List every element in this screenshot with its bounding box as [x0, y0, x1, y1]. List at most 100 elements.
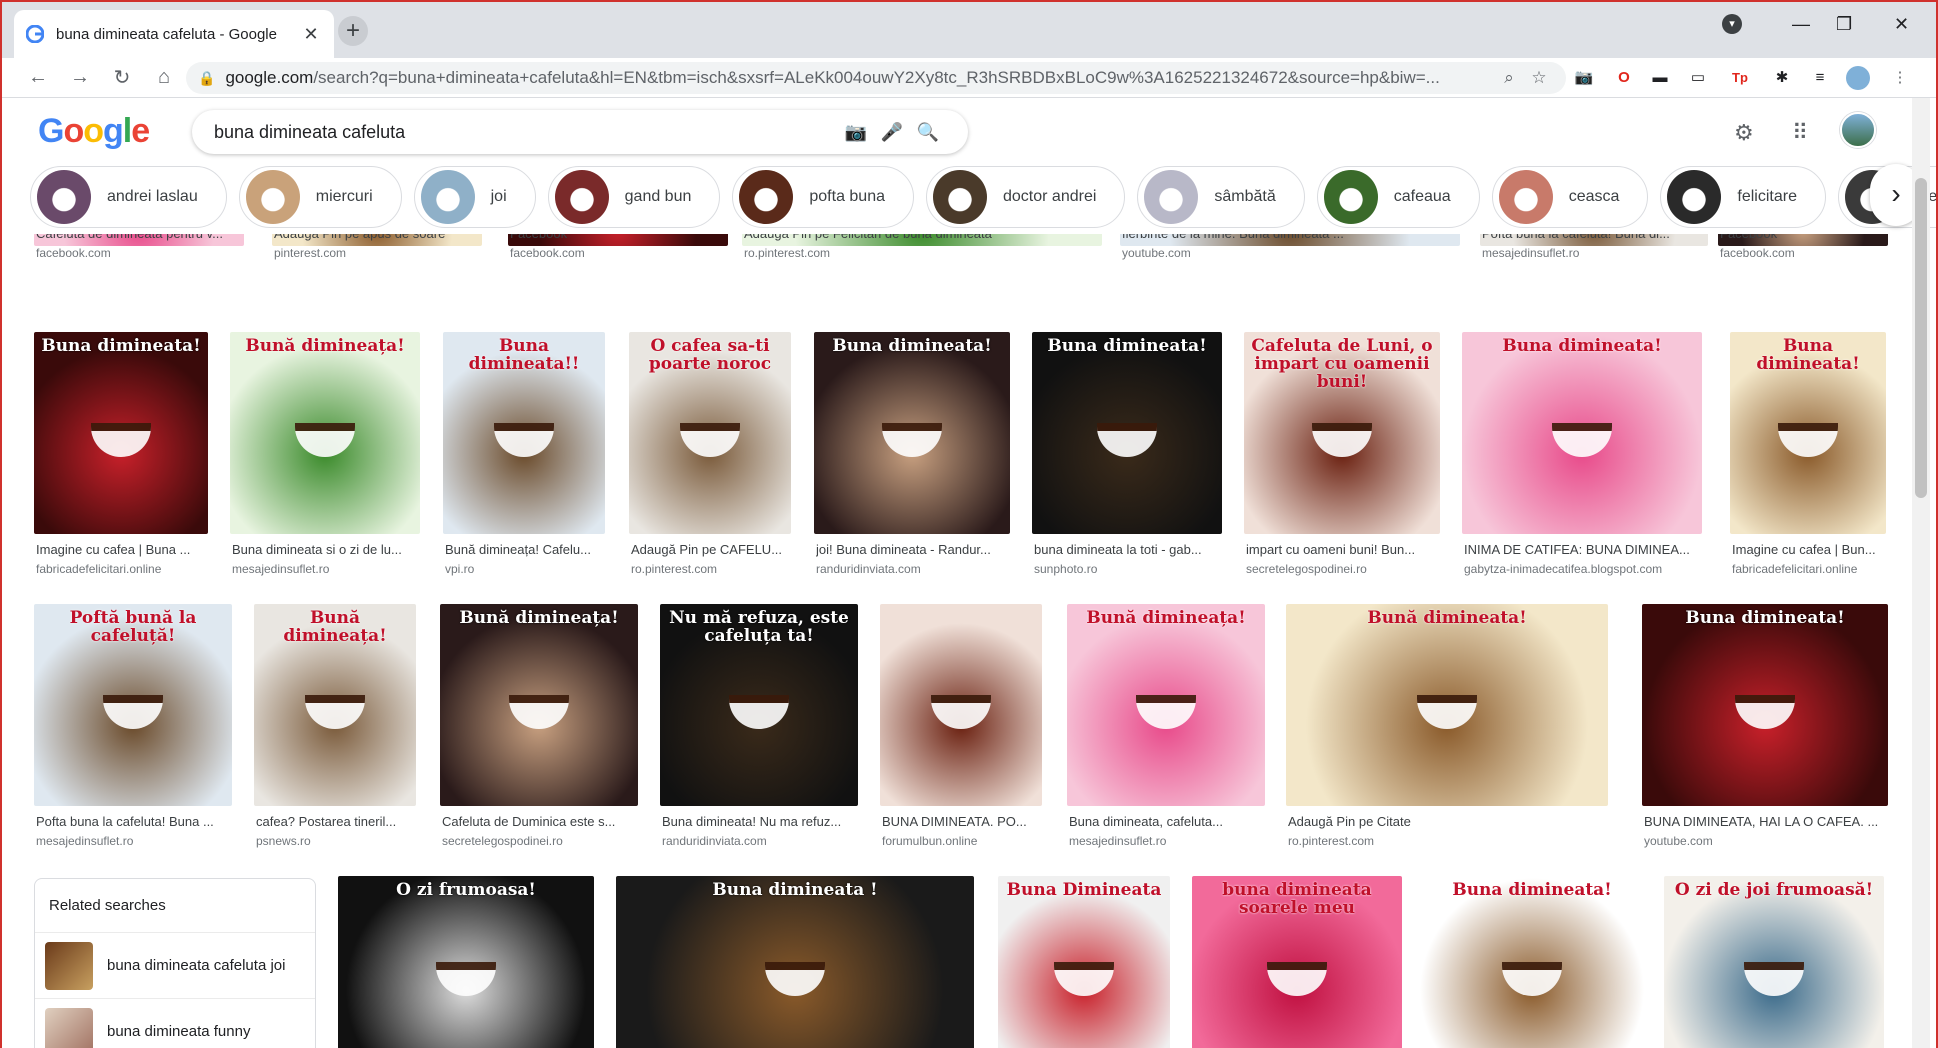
result-source[interactable]: mesajedinsuflet.ro — [1482, 246, 1708, 260]
search-icon[interactable]: 🔍 — [910, 122, 946, 143]
result-source[interactable]: mesajedinsuflet.ro — [36, 834, 232, 848]
result-thumbnail[interactable]: Bună dimineata! — [1286, 604, 1608, 806]
page-scrollbar[interactable] — [1912, 98, 1930, 1048]
apps-grid-icon[interactable]: ⠿ — [1792, 120, 1808, 146]
result-source[interactable]: fabricadefelicitari.online — [1732, 562, 1886, 576]
result-thumbnail[interactable]: Buna dimineata! — [1642, 604, 1888, 806]
result-source[interactable]: facebook.com — [1720, 246, 1888, 260]
result-title[interactable]: INIMA DE CATIFEA: BUNA DIMINEA... — [1464, 542, 1702, 557]
chip-8[interactable]: ceasca — [1491, 166, 1649, 228]
profile-avatar-icon[interactable] — [1846, 66, 1870, 90]
result-title[interactable]: cafea? Postarea tineril... — [256, 814, 416, 829]
account-avatar[interactable] — [1840, 112, 1876, 148]
chip-1[interactable]: miercuri — [238, 166, 402, 228]
chip-2[interactable]: joi — [413, 166, 536, 228]
result-title[interactable]: Pofta buna la cafeluta! Buna ... — [36, 814, 232, 829]
window-close-button[interactable]: ✕ — [1894, 14, 1909, 35]
back-button[interactable]: ← — [20, 66, 56, 89]
browser-tab[interactable]: buna dimineata cafeluta - Google ✕ — [14, 10, 334, 58]
tp-extension-icon[interactable]: Tp — [1728, 66, 1752, 90]
result-source[interactable]: secretelegospodinei.ro — [442, 834, 638, 848]
result-thumbnail[interactable]: O zi frumoasa! — [338, 876, 594, 1048]
result-source[interactable]: mesajedinsuflet.ro — [1069, 834, 1265, 848]
result-title[interactable]: buna dimineata la toti - gab... — [1034, 542, 1222, 557]
related-search-item[interactable]: buna dimineata funny — [35, 999, 315, 1048]
related-search-item[interactable]: buna dimineata cafeluta joi — [35, 933, 315, 999]
chip-7[interactable]: cafeaua — [1316, 166, 1480, 228]
result-thumbnail[interactable]: Poftă bună la cafeluță! — [34, 604, 232, 806]
result-thumbnail[interactable]: Bună dimineața! — [230, 332, 420, 534]
chip-4[interactable]: pofta buna — [732, 166, 914, 228]
result-thumbnail[interactable]: Buna dimineata!! — [443, 332, 605, 534]
result-source[interactable]: randuridinviata.com — [662, 834, 858, 848]
result-title[interactable]: Buna dimineata si o zi de lu... — [232, 542, 420, 557]
result-title[interactable]: Adaugă Pin pe Citate — [1288, 814, 1608, 829]
media-icon[interactable]: ≡ — [1808, 66, 1832, 90]
result-source[interactable]: randuridinviata.com — [816, 562, 1010, 576]
result-source[interactable]: youtube.com — [1122, 246, 1460, 260]
result-source[interactable]: ro.pinterest.com — [744, 246, 1102, 260]
result-title[interactable]: impart cu oameni buni! Bun... — [1246, 542, 1440, 557]
puzzle-icon[interactable]: ✱ — [1770, 66, 1794, 90]
chip-9[interactable]: felicitare — [1660, 166, 1826, 228]
result-source[interactable]: sunphoto.ro — [1034, 562, 1222, 576]
minimize-button[interactable]: — — [1792, 14, 1810, 35]
tab-search-icon[interactable]: ▾ — [1722, 14, 1742, 34]
address-bar[interactable]: 🔒 google.com/search?q=buna+dimineata+caf… — [186, 62, 1566, 94]
result-thumbnail[interactable]: Bună dimineața! — [440, 604, 638, 806]
home-button[interactable]: ⌂ — [146, 66, 182, 89]
result-title[interactable]: Adaugă Pin pe CAFELU... — [631, 542, 791, 557]
result-source[interactable]: facebook.com — [36, 246, 244, 260]
result-thumbnail[interactable]: Buna dimineata! — [34, 332, 208, 534]
result-title[interactable]: Facebook — [510, 234, 728, 241]
google-logo[interactable]: Google — [38, 112, 150, 151]
result-source[interactable]: ro.pinterest.com — [631, 562, 791, 576]
search-box[interactable]: buna dimineata cafeluta 📷 🎤 🔍 — [192, 110, 968, 154]
result-title[interactable]: Imagine cu cafea | Buna ... — [36, 542, 208, 557]
settings-gear-icon[interactable]: ⚙ — [1734, 120, 1754, 146]
result-thumbnail[interactable]: O zi de joi frumoasă! — [1664, 876, 1884, 1048]
result-source[interactable]: pinterest.com — [274, 246, 482, 260]
search-input[interactable]: buna dimineata cafeluta — [214, 122, 838, 143]
chip-3[interactable]: gand bun — [547, 166, 721, 228]
result-source[interactable]: vpi.ro — [445, 562, 605, 576]
result-thumbnail[interactable]: Buna dimineata! — [1032, 332, 1222, 534]
result-source[interactable]: forumulbun.online — [882, 834, 1042, 848]
result-thumbnail[interactable]: Bună dimineața! — [254, 604, 416, 806]
result-title[interactable]: Adaugă Pin pe apus de soare — [274, 234, 482, 241]
result-title[interactable]: Bună dimineața! Cafelu... — [445, 542, 605, 557]
opera-extension-icon[interactable]: O — [1612, 66, 1636, 90]
result-title[interactable]: Cafeluta de dimineata pentru v... — [36, 234, 244, 241]
result-thumbnail[interactable]: buna dimineata soarele meu — [1192, 876, 1402, 1048]
result-source[interactable]: fabricadefelicitari.online — [36, 562, 208, 576]
result-thumbnail[interactable]: Buna dimineata! — [1420, 876, 1644, 1048]
result-source[interactable]: youtube.com — [1644, 834, 1888, 848]
tab-close-icon[interactable]: ✕ — [300, 24, 322, 45]
camera-search-icon[interactable]: 📷 — [838, 122, 874, 143]
extension-icon[interactable]: ▬ — [1648, 66, 1672, 90]
result-title[interactable]: BUNA DIMINEATA, HAI LA O CAFEA. ... — [1644, 814, 1888, 829]
result-title[interactable]: Imagine cu cafea | Bun... — [1732, 542, 1886, 557]
reload-button[interactable]: ↻ — [104, 65, 140, 90]
result-title[interactable]: Adaugă Pin pe Felicitari de buna diminea… — [744, 234, 1102, 241]
maximize-button[interactable]: ❐ — [1836, 14, 1852, 35]
result-thumbnail[interactable]: Buna Dimineata — [998, 876, 1170, 1048]
forward-button[interactable]: → — [62, 66, 98, 89]
result-source[interactable]: psnews.ro — [256, 834, 416, 848]
lock-icon[interactable]: 🔒 — [198, 70, 215, 87]
chip-5[interactable]: doctor andrei — [926, 166, 1126, 228]
result-title[interactable]: BUNA DIMINEATA. PO... — [882, 814, 1042, 829]
result-source[interactable]: gabytza-inimadecatifea.blogspot.com — [1464, 562, 1702, 576]
result-thumbnail[interactable]: Bună dimineața! — [1067, 604, 1265, 806]
result-title[interactable]: Pofta buna la cafeluta! Buna di... — [1482, 234, 1708, 241]
bookmark-star-icon[interactable]: ☆ — [1524, 68, 1554, 88]
result-title[interactable]: joi! Buna dimineata - Randur... — [816, 542, 1010, 557]
result-source[interactable]: mesajedinsuflet.ro — [232, 562, 420, 576]
result-title[interactable]: Cafeluta de Duminica este s... — [442, 814, 638, 829]
result-thumbnail[interactable]: Nu mă refuza, este cafeluța ta! — [660, 604, 858, 806]
menu-icon[interactable]: ⋮ — [1888, 66, 1912, 90]
result-source[interactable]: ro.pinterest.com — [1288, 834, 1608, 848]
result-source[interactable]: facebook.com — [510, 246, 728, 260]
result-thumbnail[interactable]: O cafea sa-ti poarte noroc — [629, 332, 791, 534]
result-thumbnail[interactable]: Buna dimineata! — [814, 332, 1010, 534]
